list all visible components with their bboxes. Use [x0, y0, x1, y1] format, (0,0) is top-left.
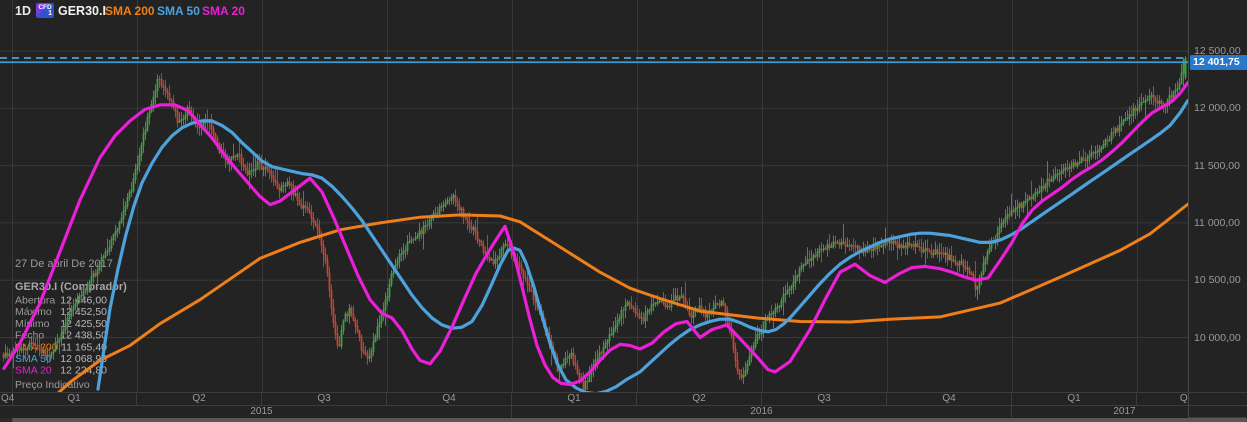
axis-divider — [1188, 392, 1247, 393]
tooltip-footer: Preço Indicativo — [15, 379, 90, 391]
tooltip-row-value: 11 165,40 — [61, 341, 107, 353]
quarter-label-q1: Q1 — [1012, 393, 1137, 405]
tooltip-title: GER30.I (Comprador) — [15, 281, 127, 293]
price-axis-label: 11 000,00 — [1194, 216, 1240, 229]
horizontal-scrollbar[interactable] — [0, 418, 1247, 422]
time-axis-years[interactable]: 2015 2016 2017 — [0, 405, 1188, 419]
price-axis-label: 11 500,00 — [1194, 159, 1240, 172]
quarter-label-q2: Q2 — [1137, 393, 1188, 405]
cfd-instrument-icon: CFD 1 — [36, 3, 54, 18]
quarter-label-q3: Q3 — [762, 393, 887, 405]
legend-sma50[interactable]: SMA 50 — [157, 4, 200, 18]
cfd-icon-sub: 1 — [48, 10, 52, 17]
scrollbar-thumb[interactable] — [12, 418, 1247, 422]
legend-sma20[interactable]: SMA 20 — [202, 4, 245, 18]
chart-header: 1D CFD 1 GER30.I SMA 200 SMA 50 SMA 20 — [0, 0, 1180, 24]
quarter-label-q4: Q4 — [387, 393, 512, 405]
price-axis[interactable]: 12 401,75 12 500,00 12 000,00 11 500,00 11 … — [1189, 0, 1247, 417]
quarter-label-q2: Q2 — [637, 393, 762, 405]
quarter-label-q3: Q3 — [262, 393, 387, 405]
instrument-title[interactable]: GER30.I — [58, 4, 106, 18]
trading-chart-window: 27 De abril De 2017 GER30.I (Comprador) Ab… — [0, 0, 1247, 422]
quarter-label-q1: Q1 — [512, 393, 637, 405]
price-axis-label: 12 000,00 — [1194, 102, 1241, 115]
price-axis-label: 10 500,00 — [1194, 274, 1241, 287]
time-axis-quarters[interactable]: Q4Q1Q2Q3Q4Q1Q2Q3Q4Q1Q2 — [0, 392, 1188, 406]
tooltip-row-label: Abertura — [15, 295, 55, 307]
quarter-label-q4: Q4 — [887, 393, 1012, 405]
quarter-label-q2: Q2 — [137, 393, 262, 405]
year-label-2017: 2017 — [1012, 406, 1188, 418]
year-label-2016: 2016 — [512, 406, 1012, 418]
year-label-2015: 2015 — [12, 406, 512, 418]
last-price-tag: 12 401,75 — [1190, 55, 1247, 71]
timeframe-selector[interactable]: 1D — [15, 4, 31, 18]
price-chart-canvas[interactable]: 27 De abril De 2017 GER30.I (Comprador) Ab… — [0, 0, 1188, 392]
quarter-label-q1: Q1 — [12, 393, 137, 405]
price-axis-label: 10 000,00 — [1194, 331, 1241, 344]
axis-divider — [1188, 405, 1247, 406]
tooltip-date: 27 De abril De 2017 — [15, 258, 113, 270]
legend-sma200[interactable]: SMA 200 — [105, 4, 155, 18]
tooltip-row-label: SMA 20 — [15, 365, 52, 377]
